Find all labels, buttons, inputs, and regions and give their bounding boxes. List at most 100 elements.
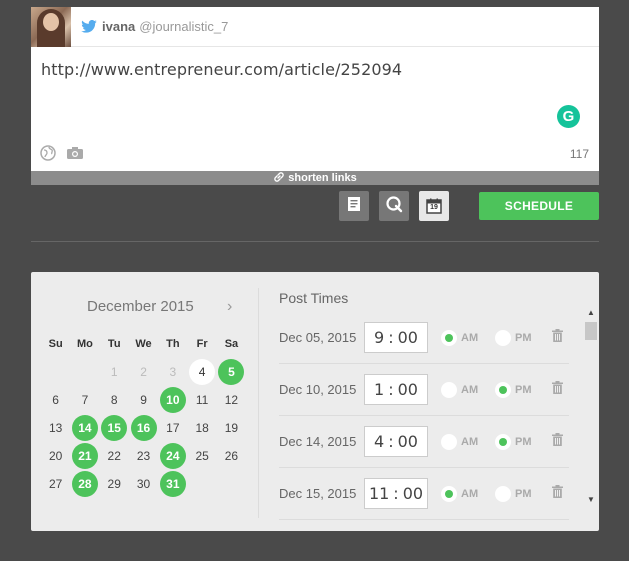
calendar-day[interactable]: 24: [158, 442, 187, 470]
calendar-day[interactable]: 9: [129, 386, 158, 414]
shorten-links-button[interactable]: shorten links: [31, 171, 599, 185]
hour-value[interactable]: 9: [374, 328, 384, 347]
calendar-day[interactable]: 27: [41, 470, 70, 498]
calendar-day[interactable]: 31: [158, 470, 187, 498]
calendar-button[interactable]: 19: [419, 191, 449, 221]
pm-radio[interactable]: [495, 433, 511, 450]
calendar-day: 2: [129, 358, 158, 386]
post-times-scrollbar[interactable]: ▲ ▼: [583, 308, 597, 504]
scrollbar-thumb[interactable]: [585, 322, 597, 340]
calendar-day[interactable]: 29: [100, 470, 129, 498]
time-separator: :: [393, 484, 399, 503]
minute-value[interactable]: 00: [403, 484, 423, 503]
account-handle: @journalistic_7: [139, 19, 229, 34]
am-option[interactable]: AM: [441, 485, 479, 502]
am-radio[interactable]: [441, 433, 457, 450]
schedule-button[interactable]: SCHEDULE: [479, 192, 599, 220]
calendar-day[interactable]: 30: [129, 470, 158, 498]
calendar-day-number: 4: [189, 359, 216, 385]
pm-option[interactable]: PM: [495, 329, 532, 346]
globe-icon[interactable]: [40, 145, 56, 166]
grammarly-icon[interactable]: G: [557, 105, 580, 128]
twitter-icon: [81, 20, 97, 34]
am-radio[interactable]: [441, 329, 457, 346]
calendar-day[interactable]: 28: [70, 470, 99, 498]
time-separator: :: [388, 432, 394, 451]
drafts-button[interactable]: [339, 191, 369, 221]
am-option[interactable]: AM: [441, 329, 478, 346]
calendar-day-number: 2: [140, 365, 147, 379]
calendar-day[interactable]: 17: [158, 414, 187, 442]
weekday-label: Mo: [77, 338, 93, 350]
calendar-day[interactable]: 23: [129, 442, 158, 470]
trash-icon[interactable]: [552, 432, 563, 451]
avatar: [31, 6, 71, 47]
calendar-day[interactable]: 21: [70, 442, 99, 470]
account-username: ivana: [102, 19, 136, 34]
time-input[interactable]: 1:00: [364, 374, 428, 405]
calendar-day[interactable]: 22: [100, 442, 129, 470]
pm-option[interactable]: PM: [495, 381, 532, 398]
calendar-day[interactable]: 25: [187, 442, 216, 470]
calendar-day[interactable]: 19: [217, 414, 246, 442]
calendar-day[interactable]: 20: [41, 442, 70, 470]
calendar-day[interactable]: 11: [187, 386, 216, 414]
calendar-day-number: 22: [107, 449, 121, 463]
time-separator: :: [388, 380, 394, 399]
pm-radio[interactable]: [495, 485, 511, 502]
calendar-day[interactable]: 7: [70, 386, 99, 414]
calendar-day-number: 12: [224, 393, 239, 407]
calendar-day[interactable]: 18: [187, 414, 216, 442]
am-radio[interactable]: [441, 381, 457, 398]
composer-tools: [40, 145, 84, 166]
calendar-day-number: 29: [107, 477, 121, 491]
calendar-day-number: 7: [81, 393, 89, 407]
calendar-day[interactable]: 10: [158, 386, 187, 414]
calendar-day-number: 3: [169, 365, 177, 379]
calendar-day[interactable]: 12: [217, 386, 246, 414]
scroll-up-icon[interactable]: ▲: [587, 308, 595, 317]
post-date: Dec 10, 2015: [279, 382, 357, 397]
calendar-empty-cell: [217, 470, 246, 498]
trash-icon[interactable]: [552, 380, 563, 399]
calendar-day[interactable]: 26: [217, 442, 246, 470]
hour-value[interactable]: 11: [369, 484, 389, 503]
pm-label: PM: [515, 383, 532, 396]
pm-option[interactable]: PM: [495, 433, 532, 450]
am-option[interactable]: AM: [441, 381, 478, 398]
queue-button[interactable]: [379, 191, 409, 221]
pm-option[interactable]: PM: [495, 485, 532, 502]
calendar-day[interactable]: 8: [100, 386, 129, 414]
minute-value[interactable]: 00: [398, 432, 418, 451]
time-input[interactable]: 9:00: [364, 322, 428, 353]
pm-radio[interactable]: [495, 329, 511, 346]
pm-radio[interactable]: [495, 381, 511, 398]
calendar-day[interactable]: 15: [100, 414, 129, 442]
camera-icon[interactable]: [66, 146, 84, 165]
hour-value[interactable]: 4: [374, 432, 384, 451]
compose-textarea[interactable]: http://www.entrepreneur.com/article/2520…: [41, 60, 402, 79]
am-label: AM: [461, 487, 479, 500]
trash-icon[interactable]: [552, 484, 563, 503]
calendar-icon: 19: [426, 198, 442, 214]
scroll-down-icon[interactable]: ▼: [587, 495, 595, 504]
post-date: Dec 15, 2015: [279, 486, 357, 501]
am-option[interactable]: AM: [441, 433, 478, 450]
next-month-chevron-icon[interactable]: ›: [227, 298, 232, 316]
calendar-day[interactable]: 4: [187, 358, 216, 386]
calendar-day[interactable]: 16: [129, 414, 158, 442]
am-radio[interactable]: [441, 485, 457, 502]
minute-value[interactable]: 00: [398, 328, 418, 347]
minute-value[interactable]: 00: [398, 380, 418, 399]
calendar-day[interactable]: 6: [41, 386, 70, 414]
calendar-day[interactable]: 5: [217, 358, 246, 386]
time-input[interactable]: 4:00: [364, 426, 428, 457]
calendar-day[interactable]: 14: [70, 414, 99, 442]
post-times-title: Post Times: [279, 290, 349, 306]
hour-value[interactable]: 1: [374, 380, 384, 399]
calendar-day: 1: [100, 358, 129, 386]
calendar-month-title: December 2015: [87, 298, 194, 315]
calendar-day[interactable]: 13: [41, 414, 70, 442]
trash-icon[interactable]: [552, 328, 563, 347]
time-input[interactable]: 11:00: [364, 478, 428, 509]
